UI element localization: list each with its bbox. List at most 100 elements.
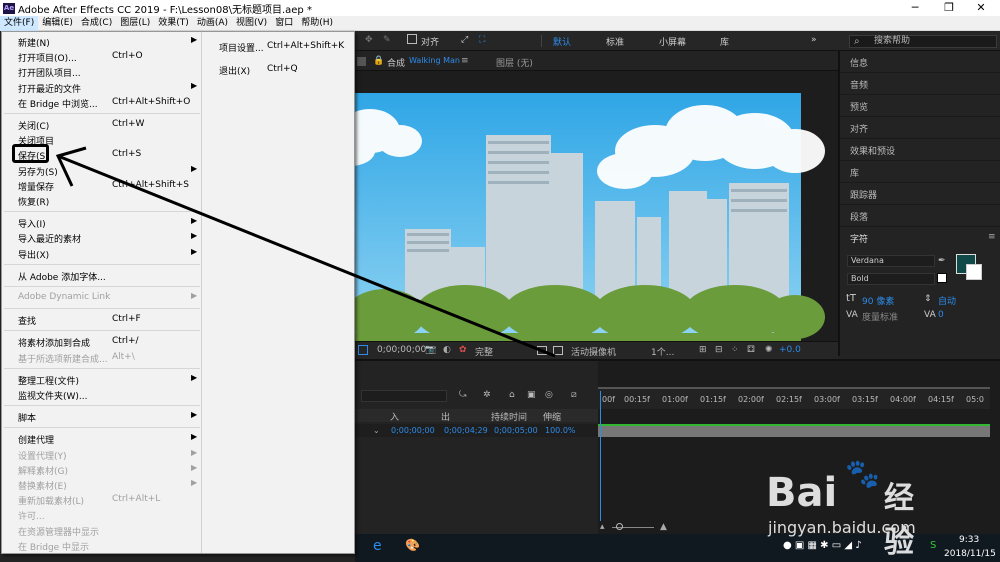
panel-effects-presets[interactable]: 效果和预设: [850, 144, 895, 157]
col-in[interactable]: 入: [390, 410, 399, 423]
panel-libraries[interactable]: 库: [850, 166, 859, 179]
col-duration[interactable]: 持续时间: [491, 410, 527, 423]
comp-tab-name[interactable]: Walking Man: [409, 56, 460, 65]
character-panel-title[interactable]: 字符: [850, 232, 868, 245]
fast-preview-icon[interactable]: ⊞: [699, 345, 707, 355]
exposure-value[interactable]: +0.0: [779, 345, 801, 355]
timeline-search-input[interactable]: [361, 390, 447, 402]
views-dropdown[interactable]: 1个...: [651, 345, 674, 358]
resolution-dropdown[interactable]: 完整: [475, 345, 493, 358]
col-out[interactable]: 出: [441, 410, 450, 423]
comp-mini-flowchart-icon[interactable]: ⤿: [459, 390, 467, 400]
pin-tool-icon[interactable]: ✥: [365, 35, 373, 45]
comp-tab-prefix[interactable]: 合成: [387, 56, 405, 69]
menu-help[interactable]: 帮助(H): [297, 16, 337, 31]
menu-exit[interactable]: 退出(X) Ctrl+Q: [203, 62, 355, 77]
menu-item[interactable]: 查找 Ctrl+F: [2, 312, 202, 327]
zoom-in-icon[interactable]: ▲: [660, 522, 667, 532]
lock-icon[interactable]: [357, 57, 366, 66]
panel-info[interactable]: 信息: [850, 56, 868, 69]
layer-stretch[interactable]: 100.0%: [545, 426, 576, 435]
workspace-standard[interactable]: 标准: [606, 35, 624, 48]
menu-window[interactable]: 窗口: [271, 16, 297, 31]
workspace-default[interactable]: 默认: [553, 35, 571, 48]
playhead[interactable]: [600, 391, 601, 521]
menu-project-settings[interactable]: 项目设置... Ctrl+Alt+Shift+K: [203, 39, 355, 54]
panel-audio[interactable]: 音频: [850, 78, 868, 91]
menu-item[interactable]: 整理工程(文件) ▶: [2, 372, 202, 387]
region-of-interest-icon[interactable]: [358, 345, 368, 355]
snap-options-icon[interactable]: ⤢: [461, 35, 468, 45]
menu-item[interactable]: 导出(X) ▶: [2, 246, 202, 261]
menu-item[interactable]: 打开最近的文件 ▶: [2, 80, 202, 95]
workspace-library[interactable]: 库: [720, 35, 729, 48]
menu-item[interactable]: 新建(N) ▶: [2, 34, 202, 49]
layer-duration-bar[interactable]: [598, 424, 990, 437]
3d-view-icon[interactable]: ⁘: [731, 345, 739, 355]
stroke-swatch[interactable]: [966, 264, 982, 280]
viewer-timecode[interactable]: 0;00;00;00: [377, 345, 426, 355]
kerning-value[interactable]: 度量标准: [862, 310, 898, 323]
shy-layers-icon[interactable]: ⌂: [509, 390, 515, 400]
row-dropdown-icon[interactable]: ⌄: [373, 426, 380, 435]
minimize-button[interactable]: ─: [900, 0, 930, 16]
tray-icons[interactable]: ● ▣ ▦ ✱ ▭ ◢ ♪: [783, 540, 862, 551]
font-style-dropdown[interactable]: Bold: [847, 273, 935, 285]
snap-grid-icon[interactable]: ⛶: [479, 35, 485, 45]
menu-item[interactable]: 在 Bridge 中浏览... Ctrl+Alt+Shift+O: [2, 95, 202, 110]
color-channel-icon[interactable]: ✿: [459, 345, 467, 355]
menu-animation[interactable]: 动画(A): [193, 16, 232, 31]
panel-paragraph[interactable]: 段落: [850, 210, 868, 223]
layer-in[interactable]: 0;00;00;00: [391, 426, 435, 435]
menu-item[interactable]: 打开项目(O)... Ctrl+O: [2, 49, 202, 64]
menu-layer[interactable]: 图层(L): [116, 16, 154, 31]
edge-browser-icon[interactable]: e: [373, 538, 382, 554]
menu-item[interactable]: 增量保存 Ctrl+Alt+Shift+S: [2, 178, 202, 193]
draft-3d-icon[interactable]: ✲: [483, 390, 491, 400]
panel-preview[interactable]: 预览: [850, 100, 868, 113]
panel-tracker[interactable]: 跟踪器: [850, 188, 877, 201]
menu-item[interactable]: 从 Adobe 添加字体...: [2, 268, 202, 283]
zoom-slider-handle[interactable]: [616, 523, 623, 530]
menu-item[interactable]: 关闭(C) Ctrl+W: [2, 117, 202, 132]
tracking-value[interactable]: 0: [938, 310, 944, 320]
close-button[interactable]: ✕: [966, 0, 996, 16]
menu-item[interactable]: 监视文件夹(W)...: [2, 387, 202, 402]
comp-panel-menu-icon[interactable]: ≡: [461, 56, 469, 66]
search-help-input[interactable]: ⌕ 搜索帮助: [849, 35, 997, 48]
font-family-dropdown[interactable]: Verdana: [847, 255, 935, 267]
workspace-small-screen[interactable]: 小屏幕: [659, 35, 686, 48]
eyedropper-icon[interactable]: ✒: [938, 256, 946, 266]
restore-button[interactable]: ❐: [934, 0, 964, 16]
menu-item[interactable]: 将素材添加到合成 Ctrl+/: [2, 334, 202, 349]
grid-guide-icon[interactable]: ⊟: [715, 345, 723, 355]
paint-app-icon[interactable]: 🎨: [405, 538, 420, 552]
transparency-grid-icon[interactable]: [537, 346, 547, 355]
layer-out[interactable]: 0;00;04;29: [444, 426, 488, 435]
menu-item[interactable]: 创建代理 ▶: [2, 431, 202, 446]
menu-item[interactable]: 打开团队项目...: [2, 64, 202, 79]
col-stretch[interactable]: 伸缩: [543, 410, 561, 423]
exposure-reset-icon[interactable]: ✺: [765, 345, 773, 355]
clock-date[interactable]: 2018/11/15: [944, 549, 996, 559]
menu-item[interactable]: 脚本 ▶: [2, 409, 202, 424]
snapshot-icon[interactable]: 📷: [425, 345, 436, 355]
puppet-tool-icon[interactable]: ✎: [383, 35, 391, 45]
toggle-mask-icon[interactable]: [553, 346, 563, 355]
time-ruler[interactable]: 00f 00:15f 01:00f 01:15f 02:00f 02:15f 0…: [598, 389, 990, 409]
show-snapshot-icon[interactable]: ◐: [443, 345, 451, 355]
clock-time[interactable]: 9:33: [959, 535, 979, 545]
menu-composition[interactable]: 合成(C): [77, 16, 116, 31]
font-size-value[interactable]: 90 像素: [862, 294, 894, 307]
menu-file[interactable]: 文件(F): [0, 15, 39, 31]
layer-row[interactable]: ⌄ 0;00;00;00 0;00;04;29 0;00;05;00 100.0…: [355, 424, 598, 437]
menu-item[interactable]: 另存为(S) ▶: [2, 163, 202, 178]
snap-checkbox[interactable]: [407, 34, 417, 44]
composition-viewer[interactable]: [355, 71, 838, 341]
menu-item[interactable]: 导入最近的素材 ▶: [2, 230, 202, 245]
stroke-color-swatch[interactable]: [937, 273, 947, 283]
zoom-out-icon[interactable]: ▴: [600, 522, 605, 532]
camera-dropdown[interactable]: 活动摄像机: [571, 345, 616, 358]
leading-value[interactable]: 自动: [938, 294, 956, 307]
frame-blending-icon[interactable]: ▣: [527, 390, 536, 400]
